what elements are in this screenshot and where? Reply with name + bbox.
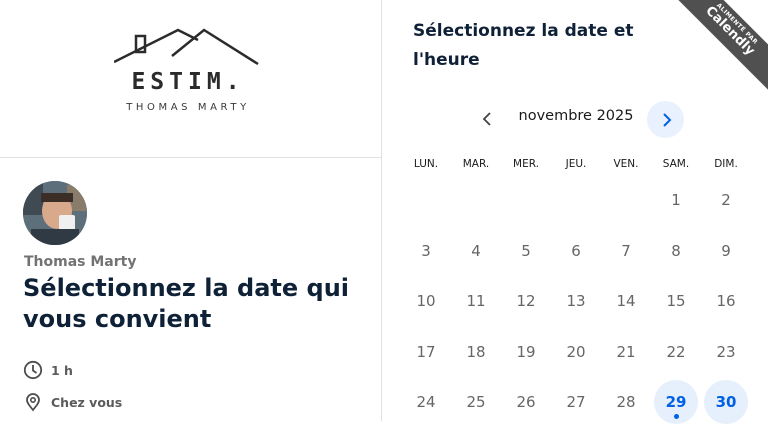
calendar-day: 15 — [666, 292, 686, 310]
panel-divider-horizontal — [0, 157, 381, 158]
weekday-header: MER. — [513, 158, 539, 170]
powered-by-calendly-badge[interactable]: ALIMENTÉ PAR Calendly — [666, 0, 768, 95]
calendar-day: 13 — [566, 292, 586, 310]
logo-wordmark: ESTIM. — [131, 69, 245, 95]
calendar-day: 23 — [716, 343, 736, 361]
map-pin-icon — [22, 391, 44, 413]
calendar-day: 4 — [471, 242, 481, 260]
weekday-header: VEN. — [613, 158, 639, 170]
weekday-header: LUN. — [413, 158, 439, 170]
calendar-day: 22 — [666, 343, 686, 361]
calendar-day: 28 — [616, 393, 636, 411]
calendar-day: 27 — [566, 393, 586, 411]
available-day-button[interactable]: 29 — [654, 380, 698, 424]
available-day-button[interactable]: 30 — [704, 380, 748, 424]
duration-text: 1 h — [51, 362, 73, 378]
calendar-day: 19 — [516, 343, 536, 361]
calendar-day: 5 — [521, 242, 531, 260]
chevron-left-icon — [482, 112, 491, 126]
current-month-label: novembre 2025 — [518, 108, 634, 124]
calendar-day: 12 — [516, 292, 536, 310]
calendar-day: 1 — [671, 191, 681, 209]
calendar-day: 8 — [671, 242, 681, 260]
panel-divider-vertical — [381, 0, 382, 421]
next-month-button[interactable] — [647, 101, 684, 138]
calendar-day: 14 — [616, 292, 636, 310]
calendar-day: 21 — [616, 343, 636, 361]
calendar-day: 26 — [516, 393, 536, 411]
location-row: Chez vous — [22, 391, 122, 413]
brand-logo: ESTIM. THOMAS MARTY — [108, 26, 268, 126]
calendar-day: 24 — [416, 393, 436, 411]
calendar-day: 16 — [716, 292, 736, 310]
host-name: Thomas Marty — [24, 254, 137, 270]
calendar-day: 10 — [416, 292, 436, 310]
location-text: Chez vous — [51, 394, 123, 410]
calendar-heading: Sélectionnez la date et l'heure — [413, 21, 634, 70]
day-number: 30 — [715, 393, 737, 411]
logo-subtitle: THOMAS MARTY — [126, 102, 250, 113]
today-indicator-dot — [674, 414, 679, 419]
calendar-day: 18 — [466, 343, 486, 361]
calendar-day: 20 — [566, 343, 586, 361]
clock-icon — [22, 359, 44, 381]
duration-row: 1 h — [22, 359, 73, 381]
weekday-header: JEU. — [565, 158, 587, 170]
calendar-day: 11 — [466, 292, 486, 310]
weekday-header: DIM. — [714, 158, 738, 170]
calendar-day: 17 — [416, 343, 436, 361]
event-title: Sélectionnez la date qui vous convient — [23, 274, 350, 333]
house-roof-logo-icon — [114, 28, 259, 66]
calendar-day: 2 — [721, 191, 731, 209]
calendar-day: 3 — [421, 242, 431, 260]
calendar-day: 6 — [571, 242, 581, 260]
calendar-day: 9 — [721, 242, 731, 260]
badge-brand: Calendly — [702, 3, 758, 59]
calendar-day: 7 — [621, 242, 631, 260]
weekday-header: MAR. — [462, 158, 490, 170]
weekday-header: SAM. — [662, 158, 690, 170]
calendar-day: 25 — [466, 393, 486, 411]
chevron-right-icon — [662, 112, 671, 127]
day-number: 29 — [665, 393, 687, 411]
host-avatar — [23, 181, 87, 245]
previous-month-button[interactable] — [472, 103, 504, 135]
